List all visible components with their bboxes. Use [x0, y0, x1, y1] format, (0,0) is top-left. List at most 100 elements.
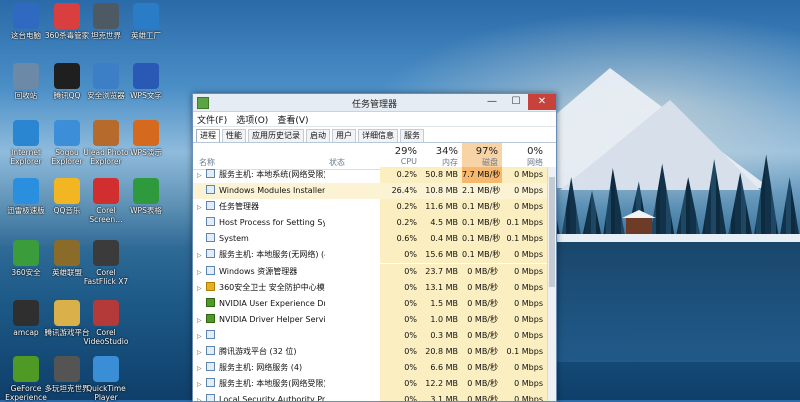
process-name-cell: ▷ 服务主机: 网络服务 (4): [197, 360, 325, 377]
column-memory[interactable]: 34% 内存: [421, 143, 462, 169]
memory-cell: 0.3 MB: [421, 327, 462, 344]
process-row[interactable]: Windows Modules Installer ... 26.4% 10.8 M…: [193, 183, 547, 200]
task-manager-window[interactable]: 任务管理器 — ☐ ✕ 文件(F) 选项(O) 查看(V) 进程 性能 应用历史…: [192, 93, 557, 402]
service-icon: [206, 169, 215, 178]
network-cell: 0.1 Mbps: [502, 231, 547, 248]
menu-options[interactable]: 选项(O): [236, 113, 268, 126]
desktop-icon[interactable]: Corel VideoStudio: [82, 300, 130, 346]
network-total: 0%: [527, 146, 543, 157]
process-name: 服务主机: 网络服务 (4): [219, 363, 303, 373]
process-row[interactable]: ▷ 任务管理器 0.2% 11.6 MB 0.1 MB/秒 0 Mbps: [193, 199, 547, 216]
wps-icon: [133, 63, 159, 89]
expand-arrow-icon[interactable]: ▷: [197, 265, 206, 281]
process-row[interactable]: ▷ 0% 0.3 MB 0 MB/秒 0 Mbps: [193, 327, 547, 345]
process-name: Host Process for Setting Syn...: [219, 218, 325, 228]
tab-bar: 进程 性能 应用历史记录 启动 用户 详细信息 服务: [193, 128, 556, 143]
lol-icon: [54, 240, 80, 266]
column-cpu[interactable]: 29% CPU: [380, 143, 421, 169]
process-name: 腾讯游戏平台 (32 位): [219, 347, 297, 357]
process-row[interactable]: ▷ 服务主机: 本地系统(网络受限) (8) 0.2%50.8 MB7.7 MB/秒…: [193, 167, 547, 183]
desktop-icon[interactable]: QuickTime Player: [82, 356, 130, 402]
qq-icon: [54, 63, 80, 89]
process-row[interactable]: ▷ 腾讯游戏平台 (32 位) 0% 20.8 MB 0 MB/秒 0.1 Mbps: [193, 344, 547, 361]
process-name-cell: Host Process for Setting Syn...: [197, 215, 325, 231]
column-network[interactable]: 0% 网络: [502, 143, 547, 169]
wot-icon: [54, 356, 80, 382]
tank-icon: [93, 3, 119, 29]
disk-cell: 0 MB/秒: [462, 360, 502, 377]
expand-arrow-icon[interactable]: ▷: [197, 377, 206, 393]
cpu-cell: 0%: [380, 311, 421, 328]
desktop-icon-label: WPS文字: [130, 91, 162, 100]
process-row[interactable]: NVIDIA User Experience Driv...0%1.5 MB0 …: [193, 295, 547, 312]
process-row[interactable]: ▷NVIDIA Driver Helper Servic...0%1.0 MB0…: [193, 311, 547, 329]
tab-processes[interactable]: 进程: [196, 129, 220, 142]
lake-reflection: [540, 242, 800, 362]
nvidia-icon: [206, 297, 215, 307]
desktop-icon[interactable]: Corel FastFlick X7: [82, 240, 130, 286]
cpu-cell: 0%: [380, 247, 421, 264]
process-row[interactable]: ▷ 服务主机: 本地服务(无网络) (4) 0% 15.6 MB 0.1 MB/秒 0 M…: [193, 247, 547, 264]
videostudio-icon: [93, 300, 119, 326]
disk-cell: 0 MB/秒: [462, 311, 502, 328]
process-row[interactable]: System 0.6% 0.4 MB 0.1 MB/秒 0.1 Mbps: [193, 231, 547, 248]
tab-app-history[interactable]: 应用历史记录: [248, 129, 304, 142]
cpu-cell: 0.6%: [380, 231, 421, 248]
minimize-button[interactable]: —: [480, 94, 504, 110]
process-row[interactable]: ▷ 服务主机: 本地服务(网络受限) (5) 0%12.2 MB0 MB/秒0 Mb…: [193, 376, 547, 393]
cpu-cell: 0%: [380, 376, 421, 393]
process-row[interactable]: ▷ 360安全卫士 安全防护中心模块... 0%13.1 MB0 MB/秒0 Mbp…: [193, 279, 547, 297]
memory-cell: 13.1 MB: [421, 279, 462, 296]
shield-icon: [13, 240, 39, 266]
network-cell: 0 Mbps: [502, 167, 547, 183]
process-row[interactable]: ▷ 服务主机: 网络服务 (4) 0% 6.6 MB 0 MB/秒 0 Mbps: [193, 360, 547, 377]
service-icon: [206, 346, 215, 356]
column-disk[interactable]: 97% 磁盘: [462, 143, 502, 169]
expand-arrow-icon[interactable]: ▷: [197, 200, 206, 216]
snow-shore: [540, 234, 800, 242]
tab-users[interactable]: 用户: [332, 129, 356, 142]
network-cell: 0 Mbps: [502, 247, 547, 264]
corel-icon: [93, 178, 119, 204]
expand-arrow-icon[interactable]: ▷: [197, 361, 206, 377]
vertical-scrollbar[interactable]: [547, 167, 556, 401]
process-row[interactable]: Host Process for Setting Syn... 0.2%4.5 M…: [193, 215, 547, 232]
browser-icon: [93, 63, 119, 89]
expand-arrow-icon[interactable]: ▷: [197, 313, 206, 329]
desktop-icon[interactable]: WPS演示: [122, 120, 170, 157]
wps-xls-icon: [133, 178, 159, 204]
tab-startup[interactable]: 启动: [306, 129, 330, 142]
tab-details[interactable]: 详细信息: [358, 129, 398, 142]
process-row[interactable]: ▷ Windows 资源管理器 0% 23.7 MB 0 MB/秒 0 Mbps: [193, 263, 547, 281]
desktop-icon-label: Corel VideoStudio: [83, 328, 129, 346]
service-icon: [206, 249, 215, 259]
memory-cell: 1.5 MB: [421, 295, 462, 312]
menu-view[interactable]: 查看(V): [277, 113, 308, 126]
service-icon: [206, 233, 215, 243]
expand-arrow-icon[interactable]: ▷: [197, 248, 206, 264]
scrollbar-thumb[interactable]: [549, 177, 555, 287]
process-name: NVIDIA Driver Helper Servic...: [219, 314, 325, 324]
menu-file[interactable]: 文件(F): [197, 113, 227, 126]
title-bar[interactable]: 任务管理器 — ☐ ✕: [193, 94, 556, 112]
network-cell: 0 Mbps: [502, 376, 547, 393]
process-name: 360安全卫士 安全防护中心模块...: [219, 282, 325, 292]
expand-arrow-icon[interactable]: ▷: [197, 345, 206, 361]
desktop-icon[interactable]: WPS表格: [122, 178, 170, 215]
desktop-icon[interactable]: WPS文字: [122, 63, 170, 100]
process-name-cell: ▷ 腾讯游戏平台 (32 位): [197, 344, 325, 361]
quicktime-icon: [93, 356, 119, 382]
expand-arrow-icon[interactable]: ▷: [197, 329, 206, 345]
tab-performance[interactable]: 性能: [222, 129, 246, 142]
maximize-button[interactable]: ☐: [504, 94, 528, 110]
cpu-cell: 0%: [380, 295, 421, 312]
desktop-icon[interactable]: 英雄工厂: [122, 3, 170, 40]
tab-services[interactable]: 服务: [400, 129, 424, 142]
expand-arrow-icon[interactable]: ▷: [197, 168, 206, 184]
process-name-cell: ▷ 任务管理器: [197, 199, 325, 216]
close-button[interactable]: ✕: [528, 94, 556, 110]
qqmusic-icon: [54, 178, 80, 204]
rocket-icon: [133, 3, 159, 29]
expand-arrow-icon[interactable]: ▷: [197, 281, 206, 297]
wps-ppt-icon: [133, 120, 159, 146]
